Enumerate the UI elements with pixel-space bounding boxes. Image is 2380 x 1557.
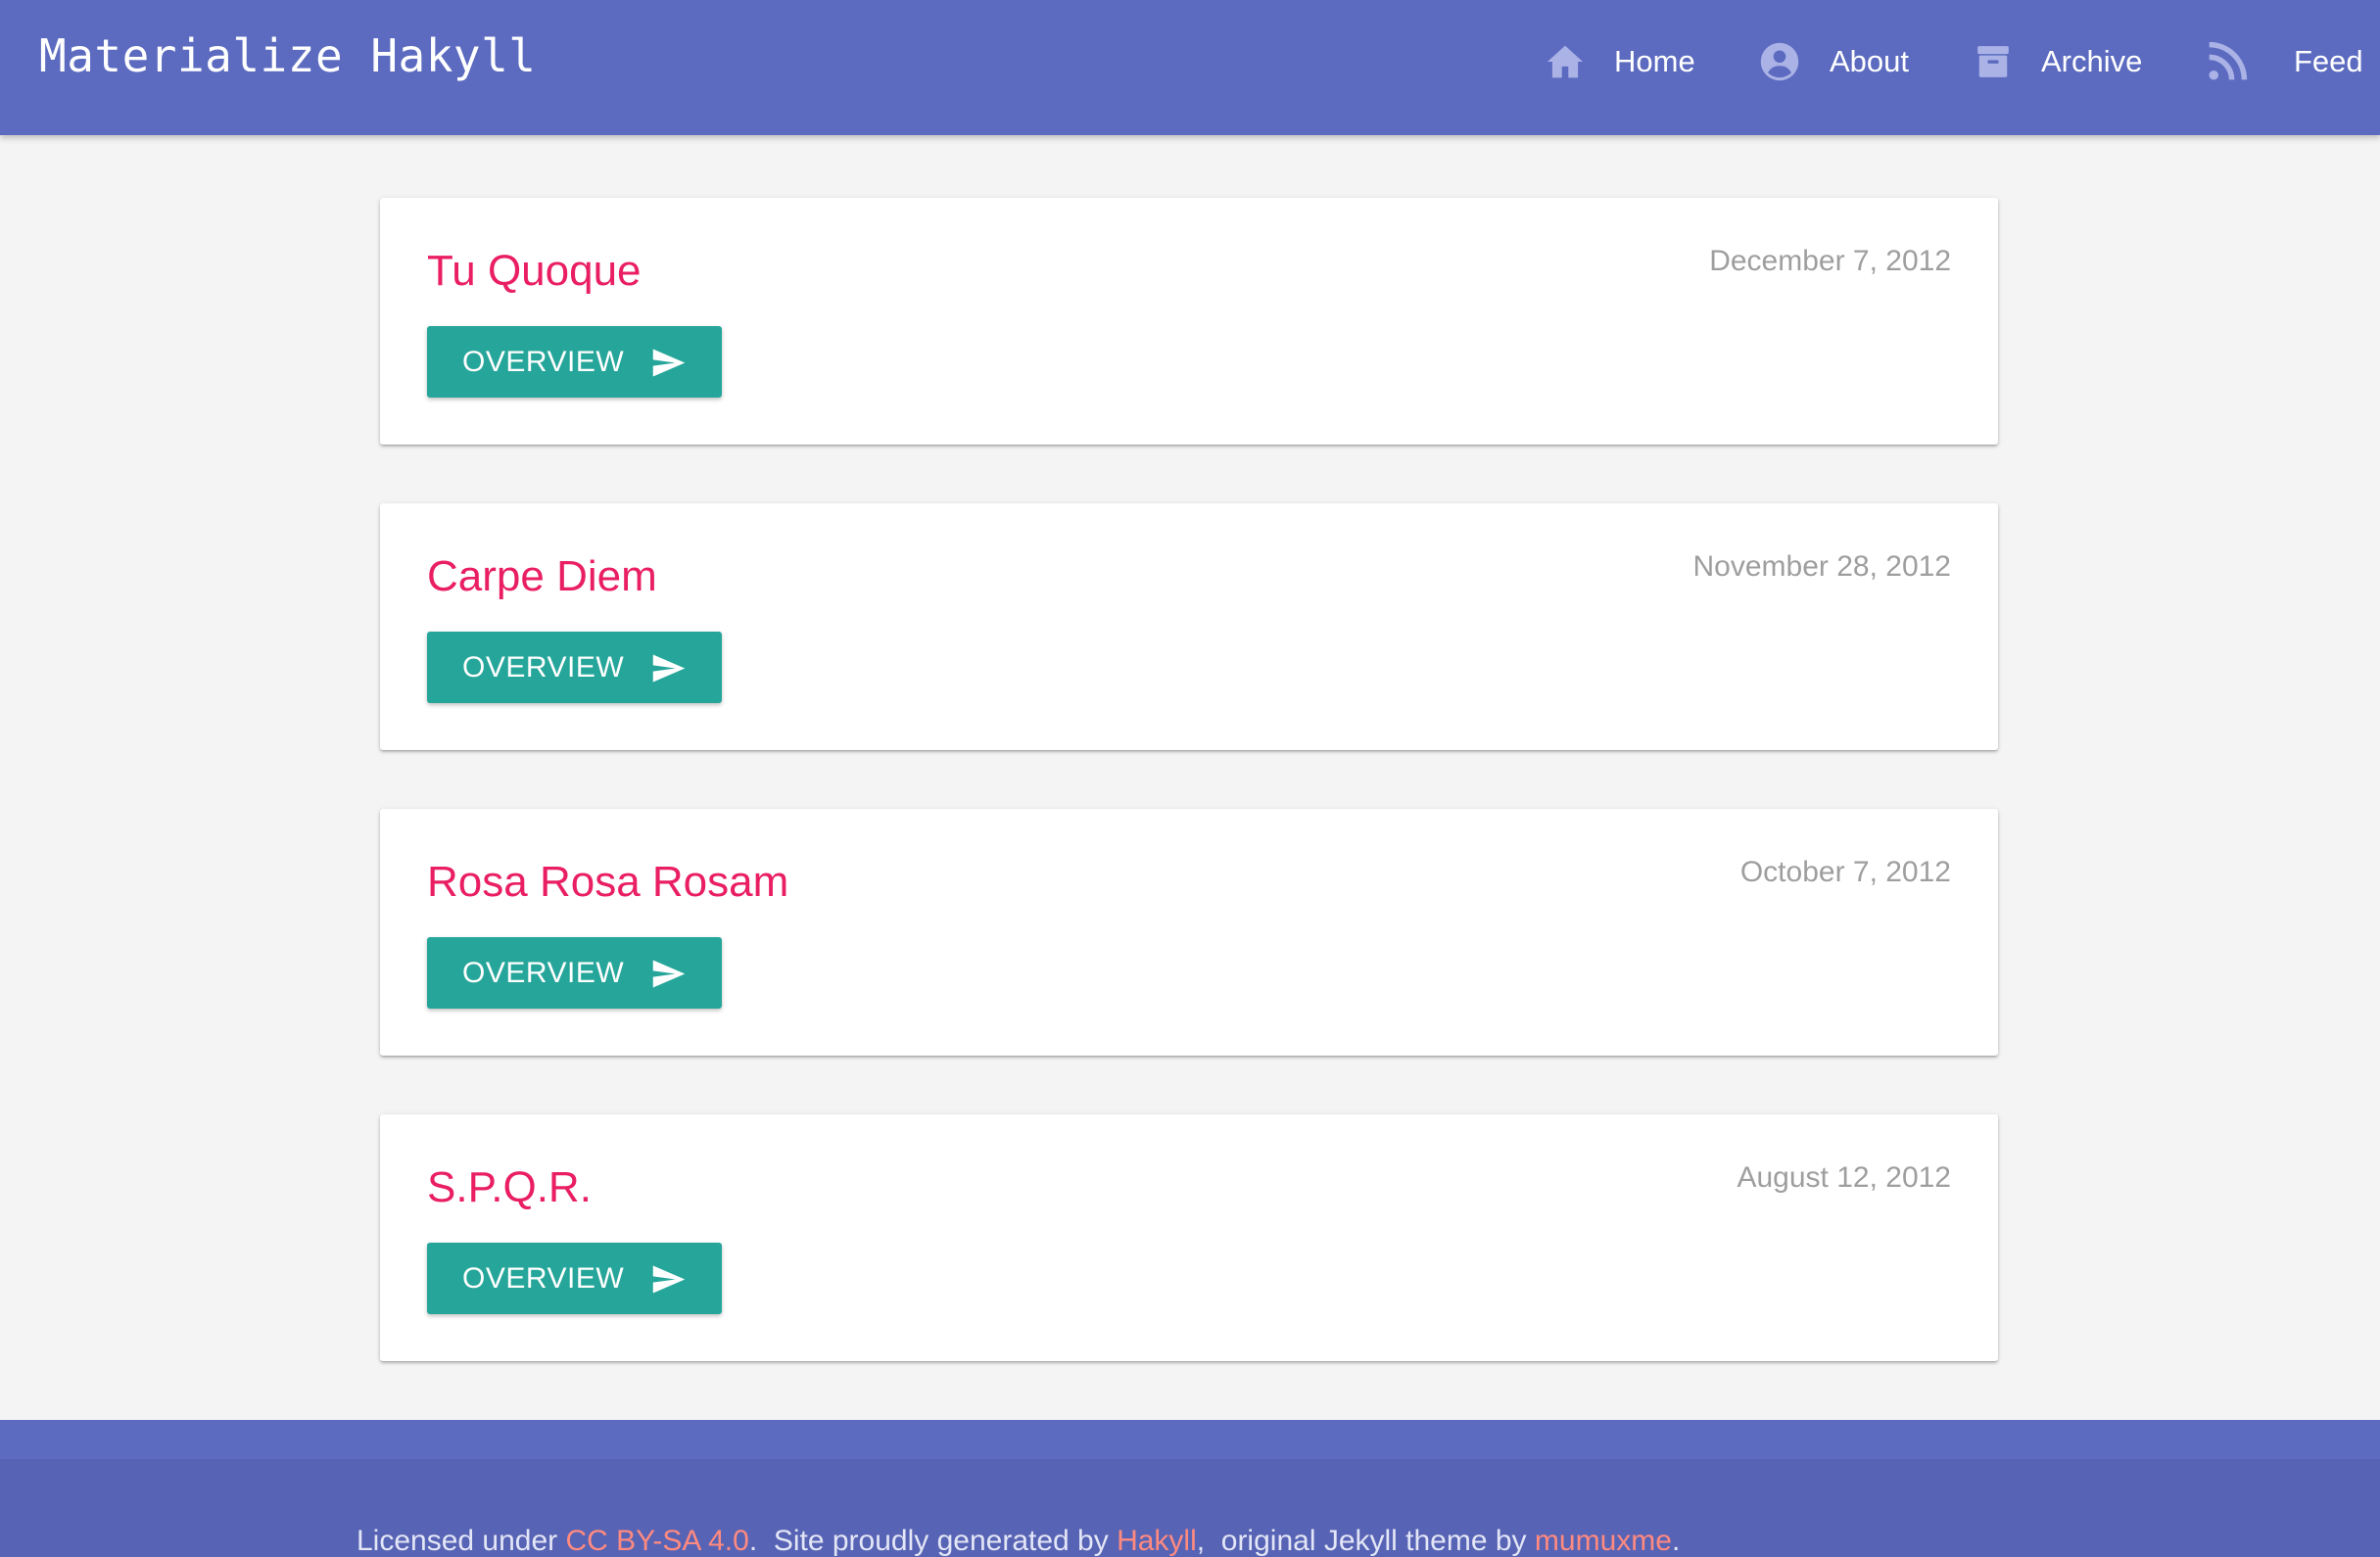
footer-license-prefix: Licensed under	[357, 1525, 566, 1557]
overview-button-label: OVERVIEW	[462, 1261, 625, 1295]
overview-button-label: OVERVIEW	[462, 956, 625, 989]
rss-feed-icon	[2206, 40, 2249, 83]
archive-icon	[1975, 43, 2012, 80]
overview-button[interactable]: OVERVIEW	[427, 1243, 722, 1314]
nav-archive-label: Archive	[2041, 44, 2143, 78]
hakyll-link[interactable]: Hakyll	[1117, 1525, 1197, 1557]
page-footer: Licensed under CC BY-SA 4.0. Site proudl…	[0, 1420, 2380, 1557]
nav-feed-link[interactable]: Feed	[2206, 0, 2363, 123]
send-icon	[652, 654, 686, 683]
overview-button[interactable]: OVERVIEW	[427, 937, 722, 1009]
send-icon	[652, 1265, 686, 1294]
post-date: November 28, 2012	[1692, 550, 1952, 583]
footer-text: Licensed under CC BY-SA 4.0. Site proudl…	[357, 1525, 1680, 1557]
account-circle-icon	[1759, 41, 1800, 82]
site-brand-link[interactable]: Materialize Hakyll	[39, 29, 537, 82]
nav-feed-label: Feed	[2294, 44, 2363, 78]
post-title-link[interactable]: Tu Quoque	[427, 247, 642, 296]
license-link[interactable]: CC BY-SA 4.0	[566, 1525, 749, 1557]
footer-copyright-bar: Licensed under CC BY-SA 4.0. Site proudl…	[0, 1459, 2380, 1557]
overview-button[interactable]: OVERVIEW	[427, 632, 722, 703]
footer-theme-text: , original Jekyll theme by	[1196, 1525, 1535, 1557]
post-list: Tu Quoque December 7, 2012 OVERVIEW Carp…	[380, 198, 1998, 1420]
post-title-link[interactable]: Carpe Diem	[427, 552, 657, 601]
theme-author-link[interactable]: mumuxme	[1535, 1525, 1672, 1557]
send-icon	[652, 349, 686, 377]
navbar: Materialize Hakyll Home About Archive Fe…	[0, 0, 2380, 135]
post-card: S.P.Q.R. August 12, 2012 OVERVIEW	[380, 1114, 1998, 1361]
send-icon	[652, 960, 686, 988]
nav-about-link[interactable]: About	[1759, 0, 1909, 123]
post-date: December 7, 2012	[1709, 245, 1951, 277]
overview-button-label: OVERVIEW	[462, 650, 625, 684]
nav-archive-link[interactable]: Archive	[1975, 0, 2142, 123]
post-date: August 12, 2012	[1737, 1161, 1951, 1194]
post-title-link[interactable]: Rosa Rosa Rosam	[427, 858, 788, 907]
home-icon	[1546, 44, 1585, 79]
post-date: October 7, 2012	[1739, 856, 1951, 888]
post-card: Tu Quoque December 7, 2012 OVERVIEW	[380, 198, 1998, 445]
nav-home-link[interactable]: Home	[1546, 0, 1695, 123]
nav-about-label: About	[1830, 44, 1910, 78]
nav-home-label: Home	[1614, 44, 1695, 78]
footer-suffix: .	[1671, 1525, 1681, 1557]
overview-button-label: OVERVIEW	[462, 345, 625, 378]
post-title-link[interactable]: S.P.Q.R.	[427, 1163, 592, 1212]
post-card: Carpe Diem November 28, 2012 OVERVIEW	[380, 503, 1998, 750]
overview-button[interactable]: OVERVIEW	[427, 326, 722, 398]
post-card: Rosa Rosa Rosam October 7, 2012 OVERVIEW	[380, 809, 1998, 1056]
footer-generated-text: . Site proudly generated by	[748, 1525, 1118, 1557]
